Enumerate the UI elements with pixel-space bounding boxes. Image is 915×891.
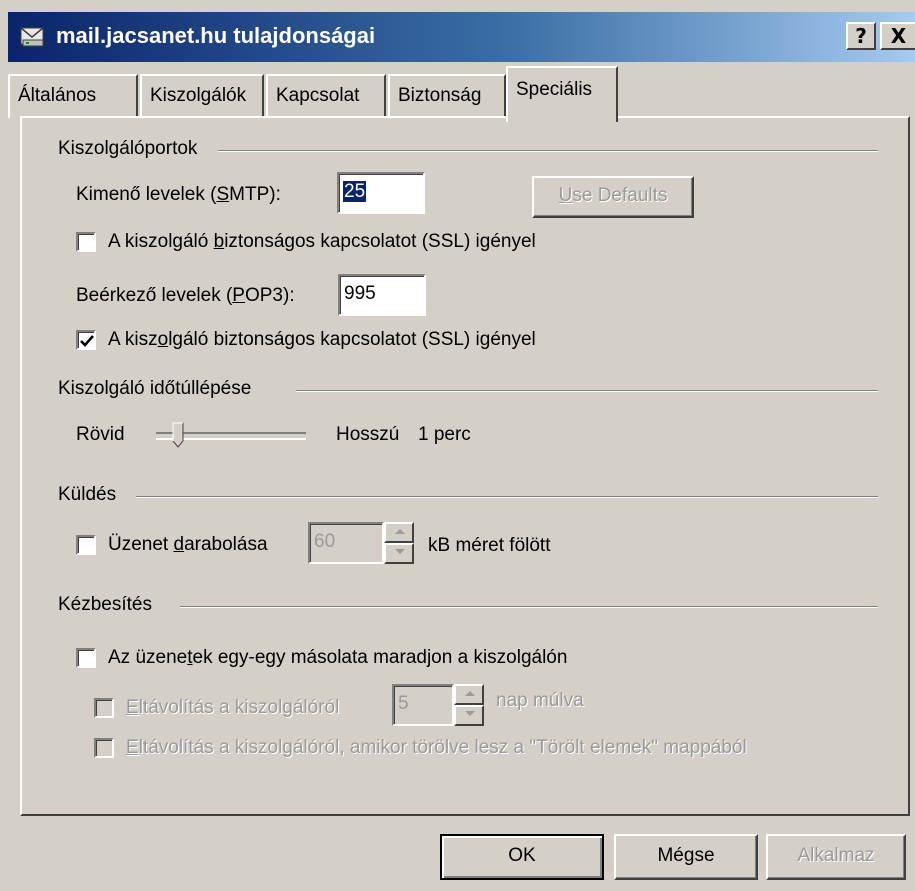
server-ports-group-title: Kiszolgálóportok (58, 138, 198, 159)
group-divider (136, 496, 878, 498)
tab-label: Általános (18, 85, 97, 106)
tab-label: Kapcsolat (276, 85, 360, 106)
split-message-label: Üzenet darabolása (108, 534, 268, 555)
group-divider (180, 606, 878, 608)
checkmark-icon (80, 335, 94, 347)
ok-button[interactable]: OK (440, 834, 604, 880)
leave-copy-checkbox[interactable] (76, 648, 96, 668)
help-button[interactable]: ? (846, 22, 876, 50)
timeout-group-title: Kiszolgáló időtúllépése (58, 378, 252, 399)
smtp-port-input[interactable]: 25 (337, 172, 425, 214)
arrow-up-icon (395, 529, 405, 534)
tab-security[interactable]: Biztonság (388, 74, 506, 118)
delivery-group-title: Kézbesítés (58, 594, 152, 615)
remove-deleted-checkbox[interactable] (94, 738, 114, 758)
smtp-ssl-label: A kiszolgáló biztonságos kapcsolatot (SS… (108, 231, 536, 252)
timeout-slider-thumb[interactable] (172, 422, 184, 448)
arrow-down-icon (395, 549, 405, 554)
pop3-port-input[interactable]: 995 (338, 274, 426, 316)
spin-up-button[interactable] (454, 684, 484, 705)
remove-after-days-input[interactable]: 5 (392, 684, 454, 726)
close-button[interactable]: X (880, 22, 915, 50)
split-size-spinner[interactable] (384, 522, 414, 564)
timeout-value: 1 perc (418, 424, 471, 445)
arrow-down-icon (465, 711, 475, 716)
remove-after-days-spinner[interactable] (454, 684, 484, 726)
spin-up-button[interactable] (384, 522, 414, 543)
sending-group-title: Küldés (58, 484, 117, 505)
pop3-ssl-checkbox[interactable] (76, 330, 96, 350)
tab-connection[interactable]: Kapcsolat (266, 74, 386, 118)
smtp-ssl-checkbox[interactable] (76, 232, 96, 252)
mail-server-icon (20, 27, 44, 47)
remove-after-unit: nap múlva (496, 690, 584, 711)
spin-down-button[interactable] (384, 543, 414, 564)
group-divider (296, 390, 878, 392)
pop3-ssl-label: A kiszolgáló biztonságos kapcsolatot (SS… (108, 329, 536, 350)
pop3-port-label: Beérkező levelek (POP3): (76, 285, 295, 306)
use-defaults-button[interactable]: Use Defaults (532, 176, 694, 218)
cancel-button[interactable]: Mégse (614, 834, 758, 880)
arrow-up-icon (465, 691, 475, 696)
slider-max-label: Hosszú (336, 424, 400, 445)
apply-button[interactable]: Alkalmaz (766, 834, 906, 880)
title-bar[interactable]: mail.jacsanet.hu tulajdonságai ? X (8, 12, 915, 62)
remove-deleted-label: Eltávolítás a kiszolgálóról, amikor törö… (126, 737, 747, 758)
group-divider (218, 150, 878, 152)
remove-after-checkbox[interactable] (94, 698, 114, 718)
split-size-input[interactable]: 60 (308, 522, 384, 564)
tab-label: Speciális (516, 79, 593, 100)
split-message-checkbox[interactable] (76, 535, 96, 555)
smtp-port-label: Kimenő levelek (SMTP): (76, 184, 281, 205)
window-title: mail.jacsanet.hu tulajdonságai (56, 23, 376, 48)
tab-servers[interactable]: Kiszolgálók (140, 74, 264, 118)
tab-advanced[interactable]: Speciális (506, 66, 618, 122)
tab-label: Kiszolgálók (150, 85, 247, 106)
spin-down-button[interactable] (454, 705, 484, 726)
tab-general[interactable]: Általános (8, 74, 138, 118)
tab-label: Biztonság (398, 85, 482, 106)
leave-copy-label: Az üzenetek egy-egy másolata maradjon a … (108, 647, 568, 668)
slider-min-label: Rövid (76, 424, 125, 445)
split-size-unit: kB méret fölött (428, 535, 551, 556)
remove-after-label: Eltávolítás a kiszolgálóról (126, 697, 340, 718)
properties-dialog: mail.jacsanet.hu tulajdonságai ? X Által… (0, 0, 915, 891)
